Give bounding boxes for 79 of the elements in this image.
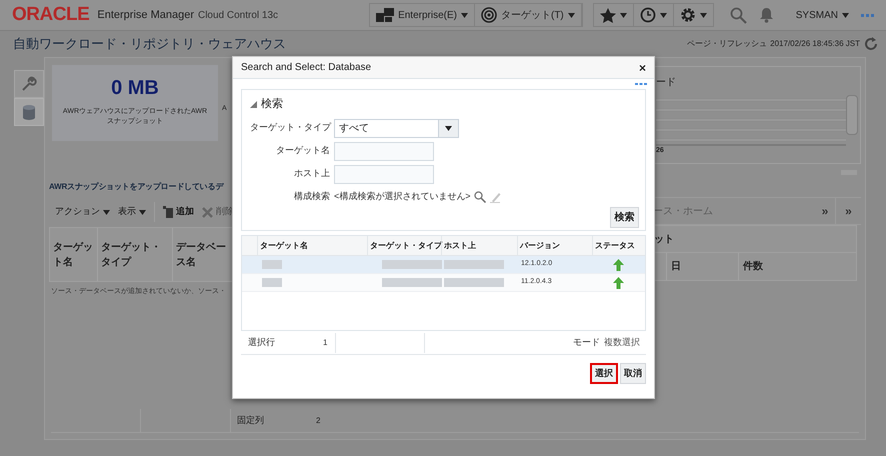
search-section-toggle[interactable]: 検索 (250, 96, 645, 112)
caret-icon (139, 210, 146, 214)
footer-value: 2 (316, 414, 320, 426)
refresh-time: 2017/02/26 18:45:36 JST (770, 38, 860, 50)
input-field[interactable] (334, 142, 434, 160)
wrench-icon (21, 76, 37, 92)
scrollbar[interactable] (846, 95, 858, 135)
caret-icon (660, 12, 667, 18)
blurred-text (382, 260, 442, 269)
column-group-header: ット (654, 232, 674, 246)
footer-label: 固定列 (237, 414, 264, 427)
blurred-text (382, 278, 442, 287)
star-icon (600, 8, 616, 22)
section-title: AWRスナップショットをアップロードしているデ (49, 181, 225, 193)
column-header: ホスト上 (441, 236, 517, 255)
field-label: 構成検索 (293, 190, 331, 204)
summary-value: 0 MB (111, 76, 159, 101)
field-label: ターゲット名 (275, 144, 331, 158)
input-field[interactable] (334, 164, 434, 184)
search-button[interactable]: 検索 (610, 206, 639, 228)
dialog-button[interactable]: 取消 (620, 363, 646, 384)
caret-icon (700, 12, 707, 18)
toolbar-button[interactable]: アクション (55, 205, 110, 219)
delete-icon (202, 206, 213, 218)
tab-scroll-button[interactable]: » (815, 202, 835, 220)
column-header: 日 (666, 253, 738, 280)
disclosure-icon (250, 100, 257, 108)
mode-value: 複数選択 (604, 336, 641, 349)
selected-rows-label: 選択行 (247, 336, 276, 349)
config-search-value: <構成検索が選択されていません> (334, 190, 471, 204)
field-label: ターゲット・タイプ (250, 121, 332, 134)
blurred-text (444, 278, 504, 287)
clock-icon (640, 7, 656, 23)
search-icon[interactable] (474, 191, 486, 203)
page-title: 自動ワークロード・リポジトリ・ウェアハウス (13, 35, 286, 54)
nav-menu[interactable]: Enterprise(E) (370, 4, 475, 26)
toolbar-button[interactable]: 追加 (163, 205, 194, 219)
blurred-text (262, 260, 282, 269)
caret-icon (445, 126, 452, 130)
database-icon (23, 104, 35, 120)
refresh-icon[interactable] (864, 37, 878, 51)
caret-icon (842, 12, 849, 18)
nav-menu[interactable]: ターゲット(T) (474, 4, 582, 26)
user-menu[interactable]: SYSMAN (796, 8, 849, 22)
side-tab[interactable] (14, 70, 44, 98)
dialog-title: Search and Select: Database (241, 61, 372, 75)
column-header: バージョン (517, 236, 592, 255)
logo: ORACLE (12, 2, 90, 27)
search-icon[interactable] (730, 6, 747, 24)
field-label: ホスト上 (293, 167, 331, 180)
toolbar-button[interactable]: 表示 (118, 205, 146, 219)
target-type-select[interactable]: すべて (334, 118, 459, 138)
caret-icon (620, 12, 627, 18)
more-icon[interactable] (861, 14, 874, 16)
selected-rows-value: 1 (323, 336, 328, 348)
product-edition: Cloud Control 13c (198, 8, 278, 22)
bell-icon[interactable] (758, 7, 774, 23)
column-header: ステータス (592, 236, 645, 255)
product-name: Enterprise Manager (97, 8, 194, 23)
panel-scroll-button[interactable]: » (835, 198, 861, 224)
close-button[interactable]: × (638, 58, 646, 76)
add-icon (163, 206, 173, 218)
column-header: ターゲット・タイプ (98, 228, 173, 281)
side-tab[interactable] (14, 98, 44, 126)
column-header: ターゲット名 (50, 228, 98, 281)
target-icon (480, 7, 497, 23)
blurred-text (444, 260, 504, 269)
settings-icon (680, 7, 696, 23)
blurred-text (262, 278, 282, 287)
column-header: ターゲット名 (257, 236, 367, 255)
dialog-button[interactable]: 選択 (590, 363, 618, 384)
caret-icon (460, 12, 468, 18)
refresh-label: ページ・リフレッシュ (687, 38, 768, 50)
blocks-icon (376, 8, 394, 22)
column-header: 件数 (738, 253, 856, 280)
caret-icon (103, 210, 110, 214)
mode-label: モード (573, 336, 600, 349)
card-title: ード (656, 76, 677, 90)
caret-icon (568, 12, 575, 18)
